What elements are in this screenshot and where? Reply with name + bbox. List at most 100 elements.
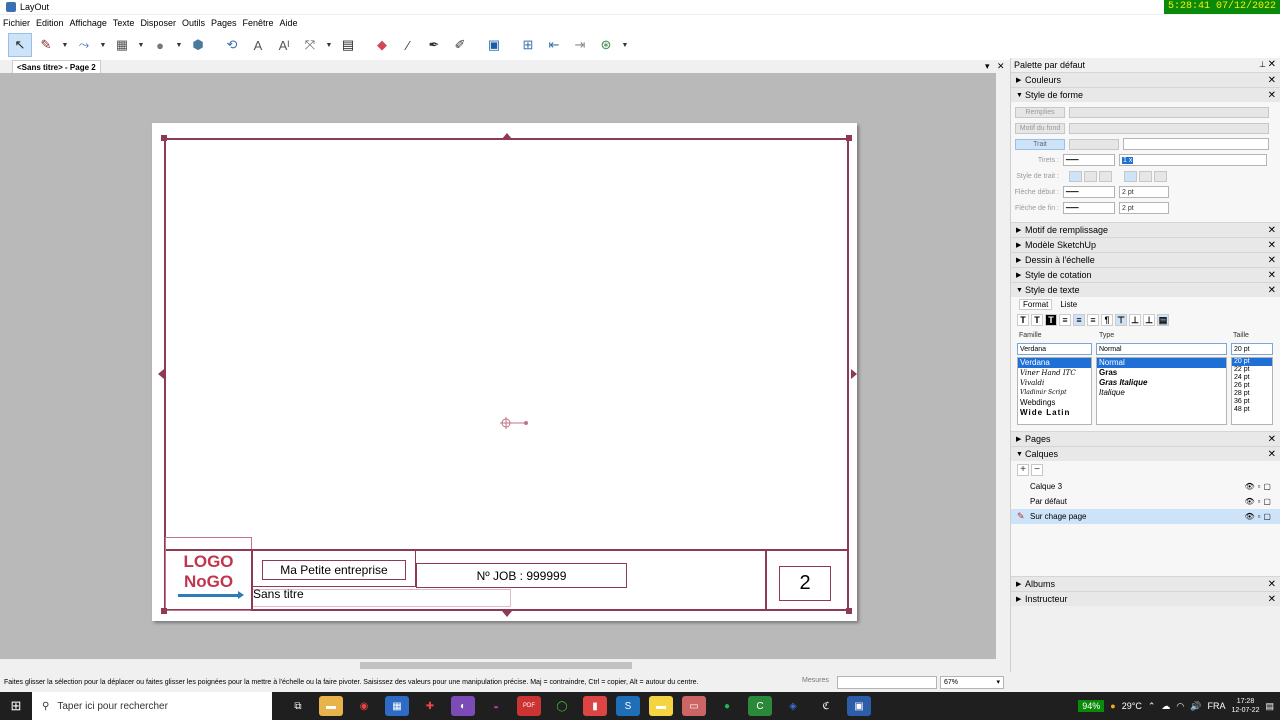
close-tab-icon[interactable]: ✕	[997, 60, 1005, 72]
zoom-select[interactable]: 67% ▾	[940, 676, 1004, 689]
polygon-tool-icon[interactable]: ⬢	[186, 33, 210, 57]
list-item[interactable]: 22 pt	[1232, 366, 1272, 374]
join-bevel-icon[interactable]	[1154, 170, 1167, 182]
select-tool-icon[interactable]: ↖	[8, 33, 32, 57]
app-icon[interactable]: ◒	[484, 696, 508, 716]
stroke-color-swatch[interactable]	[1069, 138, 1119, 150]
vertical-scrollbar[interactable]	[996, 73, 1008, 659]
section-pattern[interactable]: ▶ Motif de remplissage ✕	[1011, 222, 1280, 237]
list-item[interactable]: Vivaldi	[1018, 378, 1091, 388]
cap-round-icon[interactable]	[1069, 170, 1082, 182]
align-right-icon[interactable]: ≡	[1087, 314, 1099, 326]
windows-start-icon[interactable]: ⊞	[0, 692, 32, 720]
layout-taskbar-icon[interactable]: ▣	[847, 696, 871, 716]
wifi-icon[interactable]: ◠	[1176, 701, 1184, 712]
logo-block[interactable]: LOGO NoGO	[165, 537, 252, 611]
font-size-input[interactable]: 20 pt	[1231, 343, 1273, 355]
rectangle-tool-icon[interactable]: ▦	[110, 33, 134, 57]
list-item[interactable]: 24 pt	[1232, 374, 1272, 382]
fill-color-swatch[interactable]	[1069, 106, 1269, 118]
pattern-button[interactable]: Motif du fond	[1015, 122, 1065, 134]
section-sketchup-model[interactable]: ▶ Modèle SketchUp ✕	[1011, 237, 1280, 252]
circle-tool-icon[interactable]: ●	[148, 33, 172, 57]
cap-square-icon[interactable]	[1084, 170, 1097, 182]
list-item[interactable]: Gras	[1097, 368, 1226, 378]
text-tool-icon[interactable]: A	[246, 33, 270, 57]
section-layers[interactable]: ▼ Calques ✕	[1011, 446, 1280, 461]
remove-layer-icon[interactable]: −	[1031, 464, 1043, 476]
add-page-icon[interactable]: ⊞	[516, 33, 540, 57]
menu-aide[interactable]: Aide	[280, 18, 298, 28]
menu-fichier[interactable]: Fichier	[3, 18, 30, 28]
table-tool-icon[interactable]: ▤	[336, 33, 360, 57]
file-explorer-icon[interactable]: ▬	[319, 696, 343, 716]
list-item[interactable]: Wide Latin	[1018, 408, 1091, 418]
stroke-weight-select[interactable]: 1 x	[1119, 154, 1267, 166]
chevron-down-icon[interactable]: ▼	[136, 42, 146, 49]
selection-handle[interactable]	[846, 135, 852, 141]
close-section-icon[interactable]: ✕	[1268, 432, 1276, 447]
skype-icon[interactable]: S	[616, 696, 640, 716]
close-section-icon[interactable]: ✕	[1268, 592, 1276, 607]
language-indicator[interactable]: FRA	[1207, 701, 1225, 711]
tab-list-icon[interactable]: ▾	[985, 60, 990, 72]
chrome-icon[interactable]: ◉	[352, 696, 376, 716]
taskbar-search[interactable]: ⚲ Taper ici pour rechercher	[32, 692, 272, 720]
section-scaled-drawing[interactable]: ▶ Dessin à l'échelle ✕	[1011, 252, 1280, 267]
menu-edition[interactable]: Edition	[36, 18, 64, 28]
app-icon[interactable]: C	[748, 696, 772, 716]
menu-affichage[interactable]: Affichage	[70, 18, 107, 28]
drawing-title[interactable]: Sans titre	[253, 587, 304, 601]
list-item[interactable]: 36 pt	[1232, 398, 1272, 406]
end-arrow-size[interactable]: 2 pt	[1119, 202, 1169, 214]
app-icon[interactable]: ℭ	[814, 696, 838, 716]
layer-visibility-icon[interactable]: 👁▫▢	[1244, 509, 1274, 524]
firefox-icon[interactable]: ◐	[451, 696, 475, 716]
join-miter-icon[interactable]	[1124, 170, 1137, 182]
page-number-box[interactable]: 2	[779, 566, 831, 601]
scale-tool-icon[interactable]: ⊛	[594, 33, 618, 57]
section-text-style[interactable]: ▼ Style de texte ✕	[1011, 282, 1280, 297]
chevron-down-icon[interactable]: ▼	[620, 42, 630, 49]
scale-handle-right[interactable]	[851, 369, 857, 379]
presentation-icon[interactable]: ▣	[482, 33, 506, 57]
temperature[interactable]: 29°C	[1122, 701, 1142, 711]
fill-button[interactable]: Remplies	[1015, 106, 1065, 118]
tab-list[interactable]: Liste	[1060, 300, 1077, 309]
anchor-top-icon[interactable]: ⊤	[1115, 314, 1127, 326]
chevron-up-icon[interactable]: ⌃	[1148, 701, 1156, 712]
layer-item-selected[interactable]: ✎ Sur chage page 👁▫▢	[1011, 509, 1280, 524]
list-item[interactable]: Webdings	[1018, 398, 1091, 408]
spotify-icon[interactable]: ●	[715, 696, 739, 716]
calculator-icon[interactable]: ▦	[385, 696, 409, 716]
next-page-icon[interactable]: ⇥	[568, 33, 592, 57]
list-item[interactable]: 48 pt	[1232, 406, 1272, 414]
align-center-icon[interactable]: ≡	[1073, 314, 1085, 326]
chevron-down-icon[interactable]: ▼	[324, 42, 334, 49]
paint-bucket-icon[interactable]: ✒	[422, 33, 446, 57]
notes-icon[interactable]: ▬	[649, 696, 673, 716]
tab-format[interactable]: Format	[1019, 298, 1053, 310]
section-instructor[interactable]: ▶ Instructeur ✕	[1011, 591, 1280, 606]
section-dimension-style[interactable]: ▶ Style de cotation ✕	[1011, 267, 1280, 282]
font-type-list[interactable]: Normal Gras Gras Italique Italique	[1096, 357, 1227, 425]
scale-handle-left[interactable]	[158, 369, 164, 379]
layer-item[interactable]: Calque 3 👁▫▢	[1011, 479, 1280, 494]
measurements-input[interactable]	[837, 676, 937, 689]
selection-handle[interactable]	[846, 608, 852, 614]
scale-handle-bottom[interactable]	[502, 611, 512, 617]
list-item[interactable]: Gras Italique	[1097, 378, 1226, 388]
arc-tool-icon[interactable]: ⤳	[72, 33, 96, 57]
cap-flat-icon[interactable]	[1099, 170, 1112, 182]
list-item[interactable]: 28 pt	[1232, 390, 1272, 398]
app-icon[interactable]: ◈	[781, 696, 805, 716]
dimension-tool-icon[interactable]: ⤧	[298, 33, 322, 57]
anchor-full-icon[interactable]: ▤	[1157, 314, 1169, 326]
drawing-canvas[interactable]: LOGO NoGO Ma Petite entreprise Nº JOB : …	[0, 73, 996, 659]
volume-icon[interactable]: 🔊	[1190, 701, 1201, 712]
start-arrow-size[interactable]: 2 pt	[1119, 186, 1169, 198]
app-icon[interactable]: ▭	[682, 696, 706, 716]
list-item[interactable]: Normal	[1097, 358, 1226, 368]
company-name[interactable]: Ma Petite entreprise	[262, 560, 406, 580]
layer-visibility-icon[interactable]: 👁▫▢	[1244, 494, 1274, 509]
